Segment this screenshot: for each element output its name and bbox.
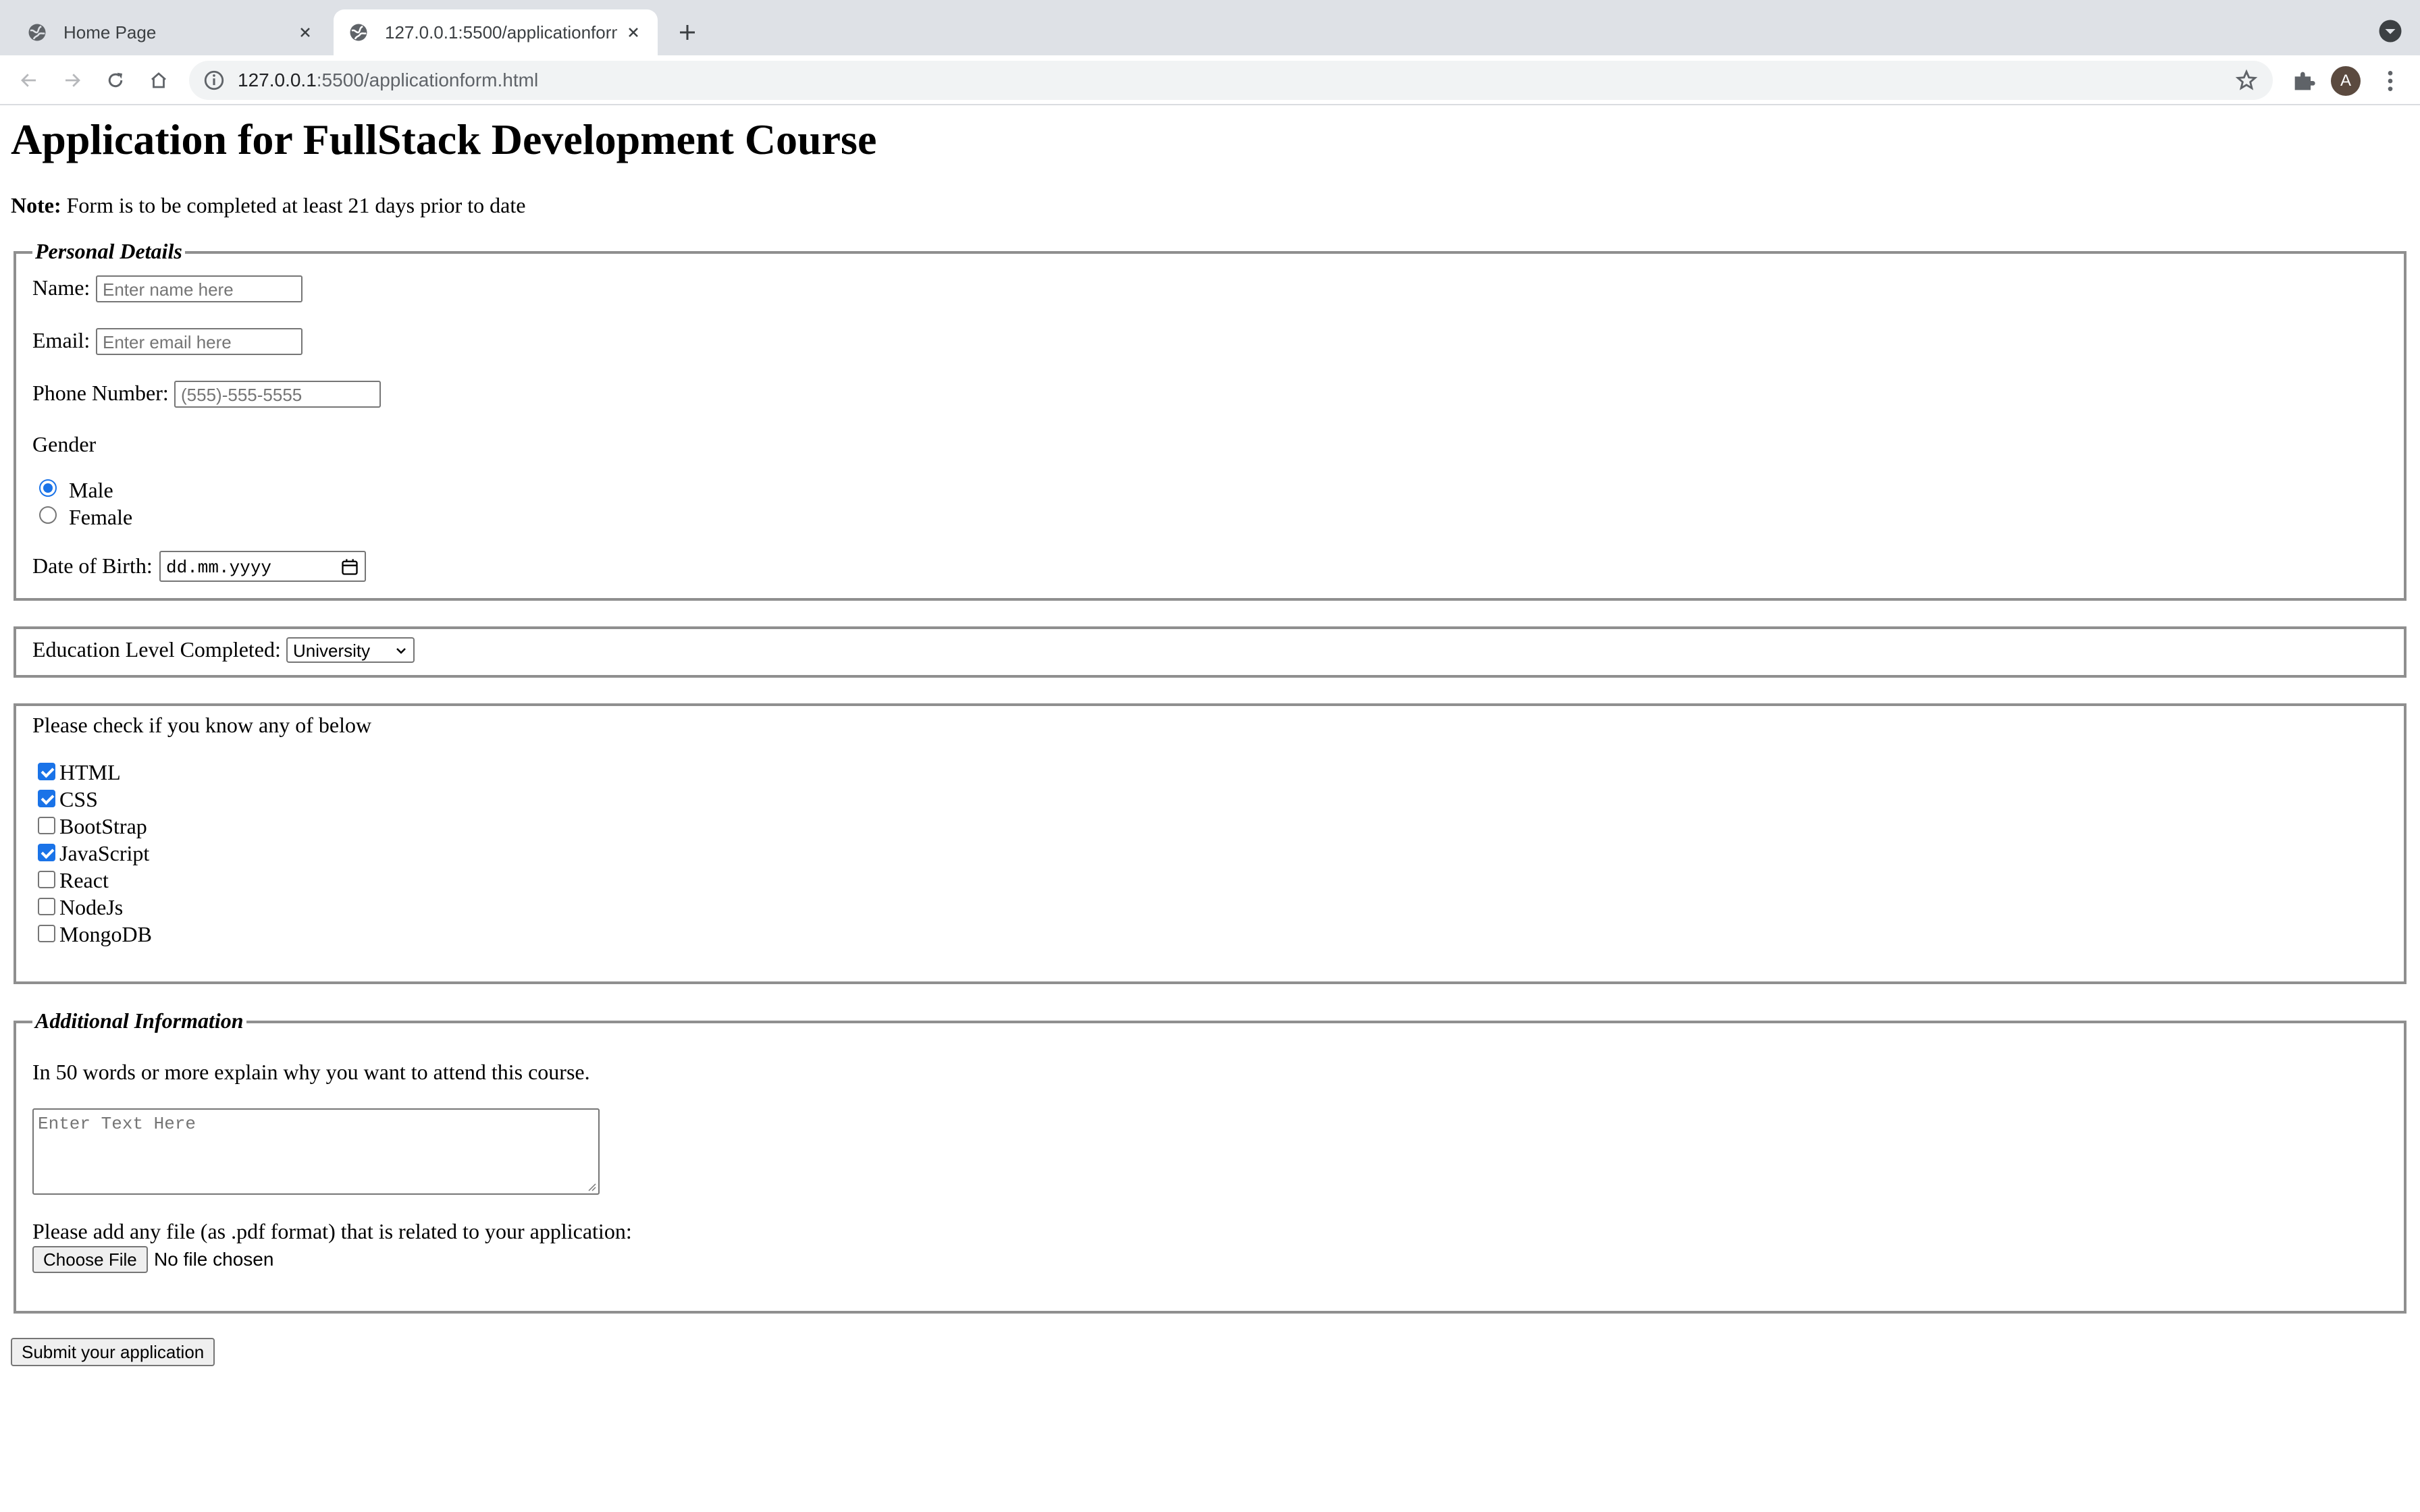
phone-input[interactable]: (555)-555-5555	[174, 381, 381, 408]
skill-mongodb-checkbox[interactable]	[38, 925, 55, 942]
browser-toolbar: 127.0.0.1:5500/applicationform.html A	[0, 55, 2420, 105]
globe-icon	[350, 24, 367, 41]
essay-textarea[interactable]: Enter Text Here	[32, 1108, 600, 1195]
skill-bootstrap-checkbox[interactable]	[38, 817, 55, 834]
skill-html-label: HTML	[59, 760, 121, 784]
back-arrow-icon[interactable]	[15, 66, 43, 94]
note-label: Note:	[11, 193, 61, 217]
profile-avatar[interactable]: A	[2331, 66, 2361, 96]
tab-home-page[interactable]: Home Page	[12, 9, 330, 55]
extensions-puzzle-icon[interactable]	[2290, 68, 2317, 94]
name-label: Name:	[32, 275, 90, 300]
skill-react-label: React	[59, 868, 109, 892]
additional-info-legend: Additional Information	[32, 1008, 246, 1033]
skill-nodejs-checkbox[interactable]	[38, 898, 55, 915]
chevron-down-icon	[396, 648, 406, 654]
address-bar[interactable]: 127.0.0.1:5500/applicationform.html	[189, 61, 2273, 100]
phone-label: Phone Number:	[32, 381, 169, 405]
additional-info-fieldset: Additional Information In 50 words or mo…	[14, 1008, 2406, 1314]
reload-icon[interactable]	[101, 66, 130, 94]
dob-input[interactable]: dd.mm.yyyy	[159, 551, 366, 582]
skill-react-checkbox[interactable]	[38, 871, 55, 888]
file-status: No file chosen	[154, 1249, 274, 1270]
choose-file-button[interactable]: Choose File	[32, 1246, 148, 1273]
resize-handle-icon[interactable]	[586, 1181, 597, 1192]
info-icon[interactable]	[203, 69, 226, 92]
skill-nodejs-label: NodeJs	[59, 895, 124, 919]
education-selected: University	[293, 641, 371, 661]
url-path: :5500/applicationform.html	[316, 70, 539, 90]
skill-css-label: CSS	[59, 787, 98, 811]
dob-value: dd.mm.yyyy	[166, 558, 272, 578]
more-menu-icon[interactable]	[2377, 68, 2404, 94]
skill-bootstrap-label: BootStrap	[59, 814, 147, 838]
gender-female-radio[interactable]	[39, 506, 57, 524]
globe-icon	[28, 24, 46, 41]
email-input[interactable]: Enter email here	[96, 328, 302, 355]
skill-javascript-checkbox[interactable]	[38, 844, 55, 861]
personal-details-legend: Personal Details	[32, 239, 185, 264]
gender-label: Gender	[32, 432, 97, 456]
skills-prompt: Please check if you know any of below	[32, 713, 372, 737]
gender-male-label: Male	[69, 478, 113, 502]
page-title: Application for FullStack Development Co…	[11, 115, 877, 163]
tab-title: 127.0.0.1:5500/applicationform.html	[385, 22, 617, 43]
skill-javascript-label: JavaScript	[59, 841, 150, 865]
education-label: Education Level Completed:	[32, 637, 281, 662]
tab-applicationform[interactable]: 127.0.0.1:5500/applicationform.html	[334, 9, 658, 55]
personal-details-fieldset: Personal Details Name: Enter name here E…	[14, 239, 2406, 601]
email-label: Email:	[32, 328, 90, 352]
skill-mongodb-label: MongoDB	[59, 922, 152, 946]
tab-strip: Home Page 127.0.0.1:5500/applicationform…	[0, 0, 2420, 55]
dob-label: Date of Birth:	[32, 554, 153, 578]
education-fieldset: Education Level Completed: University	[14, 626, 2406, 678]
home-icon[interactable]	[144, 66, 173, 94]
form-note: Note: Form is to be completed at least 2…	[11, 193, 525, 218]
tab-title: Home Page	[63, 22, 157, 43]
submit-button[interactable]: Submit your application	[11, 1338, 215, 1366]
close-tab-icon[interactable]	[296, 23, 315, 42]
name-input[interactable]: Enter name here	[96, 275, 302, 302]
file-upload-label: Please add any file (as .pdf format) tha…	[32, 1219, 632, 1243]
education-select[interactable]: University	[286, 637, 415, 663]
skill-html-checkbox[interactable]	[38, 763, 55, 780]
gender-male-radio[interactable]	[39, 479, 57, 497]
forward-arrow-icon[interactable]	[58, 66, 86, 94]
skill-css-checkbox[interactable]	[38, 790, 55, 807]
gender-female-label: Female	[69, 505, 133, 529]
calendar-icon[interactable]	[340, 558, 359, 576]
note-text: Form is to be completed at least 21 days…	[61, 193, 526, 217]
skills-fieldset: Please check if you know any of below HT…	[14, 703, 2406, 984]
essay-question: In 50 words or more explain why you want…	[32, 1060, 590, 1084]
bookmark-star-icon[interactable]	[2235, 69, 2258, 92]
url-host: 127.0.0.1	[238, 70, 317, 90]
new-tab-icon[interactable]	[674, 19, 701, 46]
essay-placeholder: Enter Text Here	[38, 1114, 196, 1134]
tab-search-icon[interactable]	[2378, 19, 2402, 43]
close-tab-icon[interactable]	[624, 23, 643, 42]
